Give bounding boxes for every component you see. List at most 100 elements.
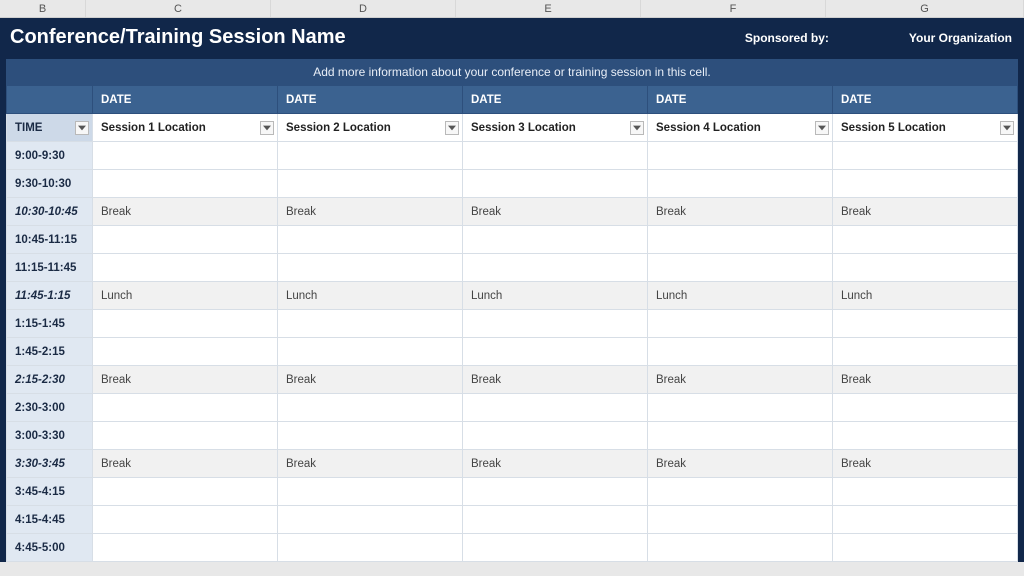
schedule-cell[interactable] xyxy=(463,422,648,450)
schedule-cell[interactable] xyxy=(93,170,278,198)
info-bar[interactable]: Add more information about your conferen… xyxy=(6,59,1018,85)
schedule-cell[interactable]: Break xyxy=(463,450,648,478)
schedule-cell[interactable] xyxy=(278,394,463,422)
schedule-cell[interactable] xyxy=(833,254,1018,282)
schedule-cell[interactable]: Break xyxy=(93,198,278,226)
organization-name[interactable]: Your Organization xyxy=(909,31,1012,45)
schedule-cell[interactable] xyxy=(93,422,278,450)
schedule-cell[interactable]: Lunch xyxy=(463,282,648,310)
schedule-cell[interactable] xyxy=(463,338,648,366)
filter-dropdown-icon[interactable] xyxy=(1000,121,1014,135)
time-cell[interactable]: 2:15-2:30 xyxy=(7,366,93,394)
schedule-cell[interactable] xyxy=(833,394,1018,422)
schedule-cell[interactable]: Break xyxy=(463,366,648,394)
schedule-cell[interactable]: Lunch xyxy=(648,282,833,310)
schedule-cell[interactable] xyxy=(463,534,648,562)
schedule-cell[interactable] xyxy=(93,478,278,506)
schedule-cell[interactable]: Lunch xyxy=(278,282,463,310)
schedule-cell[interactable] xyxy=(833,422,1018,450)
schedule-cell[interactable] xyxy=(278,310,463,338)
session-location-header[interactable]: Session 5 Location xyxy=(833,114,1018,142)
filter-dropdown-icon[interactable] xyxy=(260,121,274,135)
schedule-cell[interactable]: Break xyxy=(648,450,833,478)
schedule-cell[interactable] xyxy=(278,170,463,198)
time-column-header[interactable]: TIME xyxy=(7,114,93,142)
schedule-cell[interactable] xyxy=(463,478,648,506)
schedule-cell[interactable]: Break xyxy=(833,366,1018,394)
schedule-cell[interactable] xyxy=(648,478,833,506)
schedule-cell[interactable] xyxy=(278,422,463,450)
schedule-cell[interactable] xyxy=(463,170,648,198)
schedule-cell[interactable] xyxy=(278,142,463,170)
schedule-cell[interactable]: Break xyxy=(648,366,833,394)
time-cell[interactable]: 9:30-10:30 xyxy=(7,170,93,198)
date-header[interactable]: DATE xyxy=(93,86,278,114)
schedule-cell[interactable] xyxy=(93,506,278,534)
schedule-cell[interactable]: Break xyxy=(463,198,648,226)
schedule-cell[interactable]: Break xyxy=(833,198,1018,226)
time-cell[interactable]: 10:30-10:45 xyxy=(7,198,93,226)
schedule-cell[interactable] xyxy=(833,310,1018,338)
session-location-header[interactable]: Session 3 Location xyxy=(463,114,648,142)
schedule-cell[interactable] xyxy=(648,534,833,562)
schedule-cell[interactable] xyxy=(648,170,833,198)
schedule-cell[interactable] xyxy=(93,142,278,170)
schedule-cell[interactable] xyxy=(463,142,648,170)
schedule-cell[interactable] xyxy=(463,226,648,254)
filter-dropdown-icon[interactable] xyxy=(75,121,89,135)
column-letter[interactable]: F xyxy=(641,0,826,17)
schedule-cell[interactable]: Break xyxy=(93,366,278,394)
schedule-cell[interactable] xyxy=(648,394,833,422)
page-title[interactable]: Conference/Training Session Name xyxy=(10,26,346,49)
schedule-cell[interactable] xyxy=(278,506,463,534)
time-cell[interactable]: 1:45-2:15 xyxy=(7,338,93,366)
date-header[interactable]: DATE xyxy=(833,86,1018,114)
schedule-cell[interactable] xyxy=(463,394,648,422)
time-cell[interactable]: 11:45-1:15 xyxy=(7,282,93,310)
schedule-cell[interactable] xyxy=(833,338,1018,366)
schedule-cell[interactable] xyxy=(278,226,463,254)
schedule-cell[interactable] xyxy=(648,142,833,170)
filter-dropdown-icon[interactable] xyxy=(445,121,459,135)
schedule-cell[interactable] xyxy=(278,478,463,506)
schedule-cell[interactable] xyxy=(648,310,833,338)
schedule-cell[interactable] xyxy=(463,310,648,338)
schedule-cell[interactable] xyxy=(278,338,463,366)
schedule-cell[interactable] xyxy=(833,478,1018,506)
schedule-cell[interactable] xyxy=(93,534,278,562)
column-letter[interactable]: C xyxy=(86,0,271,17)
date-header[interactable]: DATE xyxy=(463,86,648,114)
schedule-cell[interactable]: Break xyxy=(833,450,1018,478)
schedule-cell[interactable] xyxy=(833,534,1018,562)
time-cell[interactable]: 9:00-9:30 xyxy=(7,142,93,170)
schedule-cell[interactable] xyxy=(463,254,648,282)
column-letter[interactable]: E xyxy=(456,0,641,17)
schedule-cell[interactable] xyxy=(93,338,278,366)
time-cell[interactable]: 3:45-4:15 xyxy=(7,478,93,506)
schedule-cell[interactable] xyxy=(278,534,463,562)
schedule-cell[interactable] xyxy=(648,254,833,282)
date-header[interactable]: DATE xyxy=(278,86,463,114)
schedule-cell[interactable] xyxy=(648,506,833,534)
schedule-cell[interactable] xyxy=(93,394,278,422)
time-cell[interactable]: 2:30-3:00 xyxy=(7,394,93,422)
schedule-cell[interactable] xyxy=(833,506,1018,534)
session-location-header[interactable]: Session 1 Location xyxy=(93,114,278,142)
time-cell[interactable]: 3:00-3:30 xyxy=(7,422,93,450)
time-cell[interactable]: 1:15-1:45 xyxy=(7,310,93,338)
filter-dropdown-icon[interactable] xyxy=(630,121,644,135)
schedule-cell[interactable]: Break xyxy=(278,198,463,226)
session-location-header[interactable]: Session 4 Location xyxy=(648,114,833,142)
schedule-cell[interactable] xyxy=(833,170,1018,198)
schedule-cell[interactable] xyxy=(833,226,1018,254)
schedule-cell[interactable]: Break xyxy=(93,450,278,478)
schedule-cell[interactable] xyxy=(93,254,278,282)
time-cell[interactable]: 4:45-5:00 xyxy=(7,534,93,562)
session-location-header[interactable]: Session 2 Location xyxy=(278,114,463,142)
schedule-cell[interactable] xyxy=(648,422,833,450)
schedule-cell[interactable]: Lunch xyxy=(93,282,278,310)
time-cell[interactable]: 4:15-4:45 xyxy=(7,506,93,534)
column-letter[interactable]: G xyxy=(826,0,1024,17)
schedule-cell[interactable] xyxy=(278,254,463,282)
schedule-cell[interactable] xyxy=(93,310,278,338)
